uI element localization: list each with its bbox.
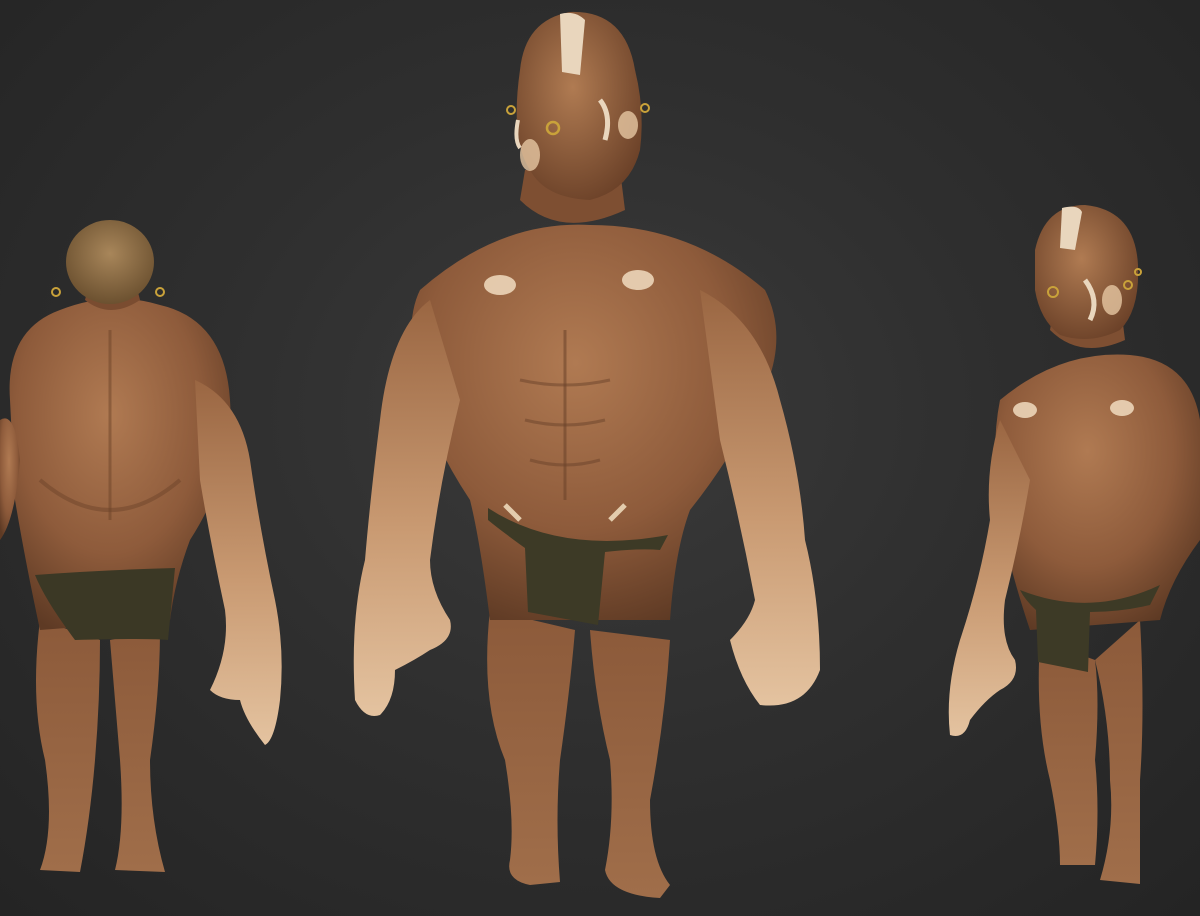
render-viewport [0, 0, 1200, 916]
front-view-figure [353, 11, 820, 898]
three-quarter-view-figure [948, 205, 1200, 884]
back-view-figure [0, 220, 282, 872]
character-render [0, 11, 1200, 898]
